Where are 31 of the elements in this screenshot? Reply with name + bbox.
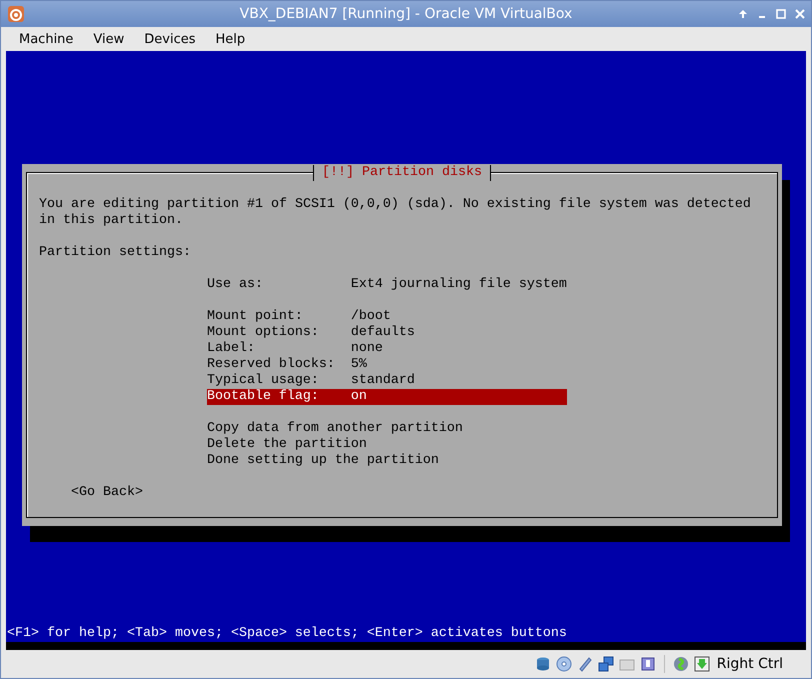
menu-item[interactable]: Help <box>206 32 256 46</box>
setting-option[interactable]: Mount point: /boot <box>206 309 567 325</box>
host-key-label: Right Ctrl <box>716 656 783 672</box>
down-arrow-icon[interactable] <box>694 656 710 672</box>
intro-text: You are editing partition #1 of SCSI1 (0,0,0) (sda). No existing file system was detected in this partition. <box>39 197 752 229</box>
action-option[interactable]: Done setting up the partition <box>206 453 567 469</box>
action-option[interactable]: Copy data from another partition <box>206 421 567 437</box>
dialog-title: [!!] Partition disks <box>313 165 491 181</box>
optical-disc-icon[interactable] <box>556 656 572 672</box>
go-back-button[interactable]: <Go Back> <box>70 485 143 500</box>
menu-item[interactable]: Machine <box>9 32 84 46</box>
setting-option[interactable]: Label: none <box>206 341 567 357</box>
close-icon[interactable] <box>795 9 805 19</box>
network-icon[interactable] <box>598 656 614 672</box>
hard-disk-icon[interactable] <box>534 656 551 672</box>
action-option[interactable]: Delete the partition <box>206 437 567 453</box>
setting-option[interactable]: Bootable flag: on <box>206 389 567 405</box>
setting-option[interactable]: Typical usage: standard <box>206 373 567 389</box>
menu-item[interactable]: View <box>83 32 134 46</box>
setting-option[interactable]: Use as: Ext4 journaling file system <box>206 277 567 293</box>
window-title: VBX_DEBIAN7 [Running] - Oracle VM VirtualBox <box>240 6 572 22</box>
section-label: Partition settings: <box>39 245 192 261</box>
menu-item[interactable]: Devices <box>134 32 206 46</box>
maximize-icon[interactable] <box>776 9 786 19</box>
pen-icon[interactable] <box>576 656 593 672</box>
setting-option[interactable]: Reserved blocks: 5% <box>206 357 567 373</box>
app-icon <box>7 5 25 23</box>
keep-above-icon[interactable] <box>738 9 748 19</box>
setting-option[interactable]: Mount options: defaults <box>206 325 567 341</box>
globe-icon[interactable] <box>672 656 689 672</box>
help-line: <F1> for help; <Tab> moves; <Space> selects; <Enter> activates buttons <box>7 626 567 641</box>
